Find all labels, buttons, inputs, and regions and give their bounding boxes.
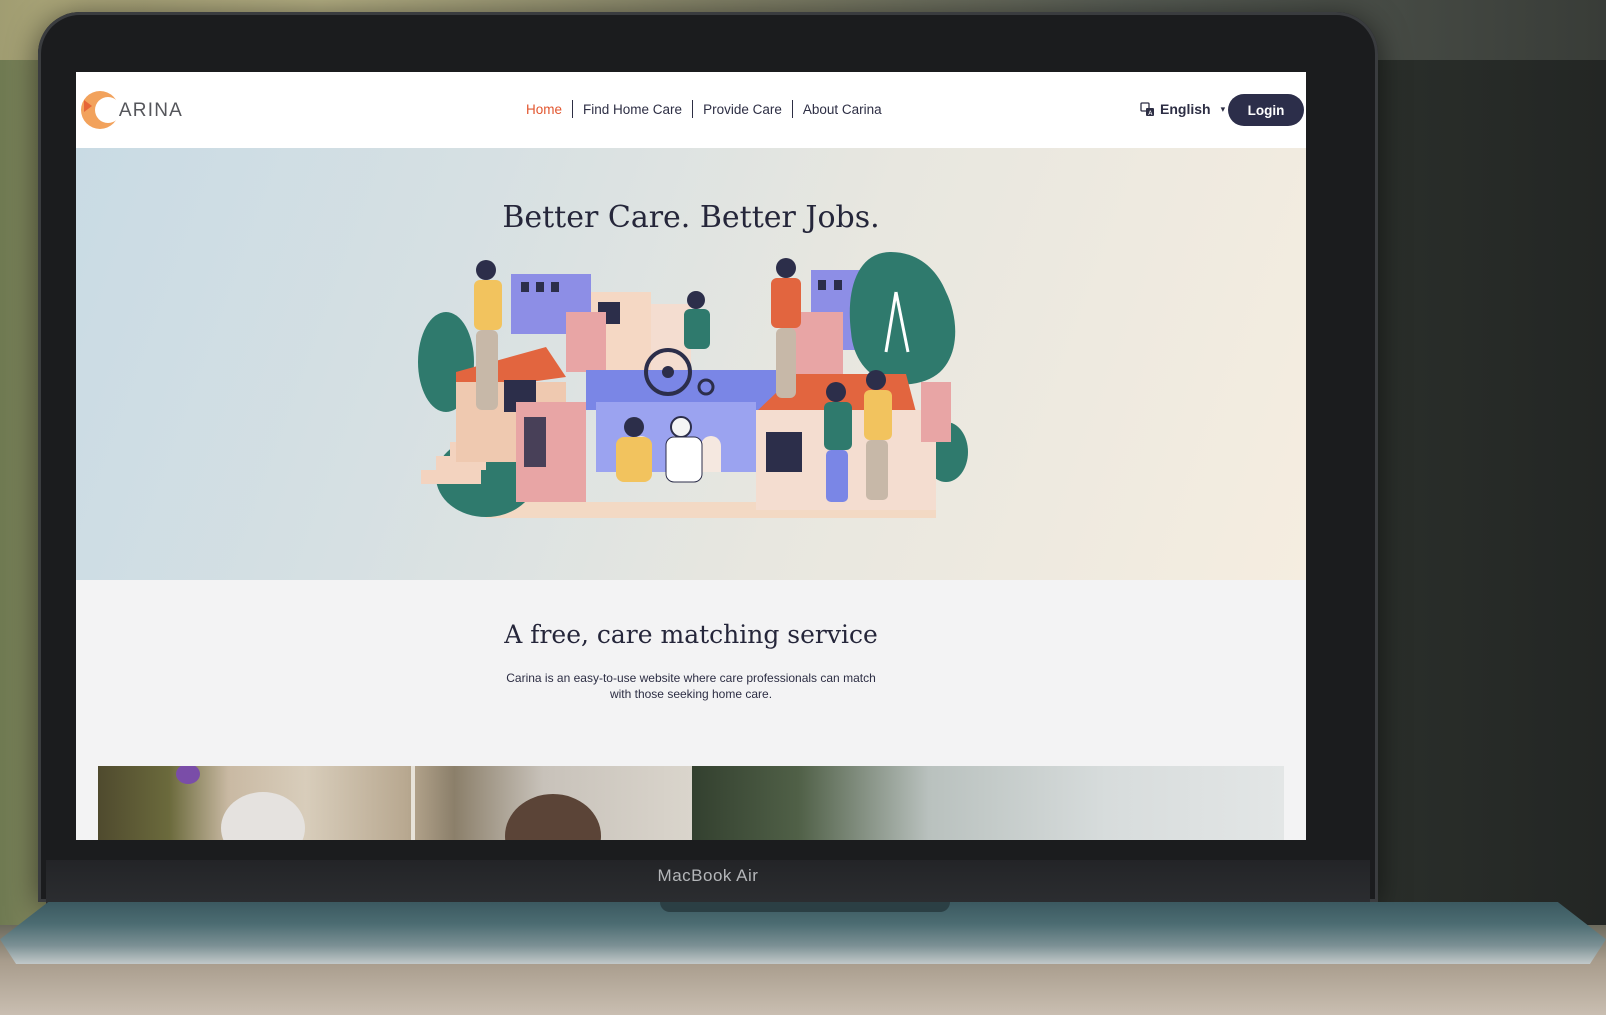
language-label: English [1160,101,1211,117]
chevron-down-icon: ▾ [1220,103,1226,114]
browser-screen: CARINA Home Find Home Care Provide Care … [76,72,1306,840]
main-nav: Home Find Home Care Provide Care About C… [516,100,892,118]
section-description-line-1: Carina is an easy-to-use website where c… [506,671,876,685]
outdoor-photo [692,766,1284,840]
hero-section: Better Care. Better Jobs. [76,148,1306,580]
language-selector[interactable]: A English ▾ [1140,101,1225,117]
site-header: CARINA Home Find Home Care Provide Care … [76,72,1306,148]
care-matching-section: A free, care matching service Carina is … [76,580,1306,840]
photo-strip [98,766,1284,840]
laptop-chin: MacBook Air [46,860,1370,906]
carina-logo[interactable]: CARINA [78,88,183,132]
nav-find-home-care[interactable]: Find Home Care [573,102,692,117]
caregiver-photo-detail [176,766,601,840]
carina-logo-icon [81,91,118,129]
nav-about-carina[interactable]: About Carina [793,102,892,117]
translate-icon: A [1140,101,1154,117]
login-button[interactable]: Login [1228,94,1304,126]
community-care-illustration [418,252,968,518]
nav-home[interactable]: Home [516,102,572,117]
hero-title: Better Care. Better Jobs. [502,200,880,235]
section-description-line-2: with those seeking home care. [609,687,773,701]
device-brand-label: MacBook Air [657,866,759,885]
section-title: A free, care matching service [504,620,878,649]
section-description: Carina is an easy-to-use website where c… [481,670,901,702]
caregiver-photo [98,766,692,840]
laptop-notch [660,902,950,912]
nav-provide-care[interactable]: Provide Care [693,102,792,117]
